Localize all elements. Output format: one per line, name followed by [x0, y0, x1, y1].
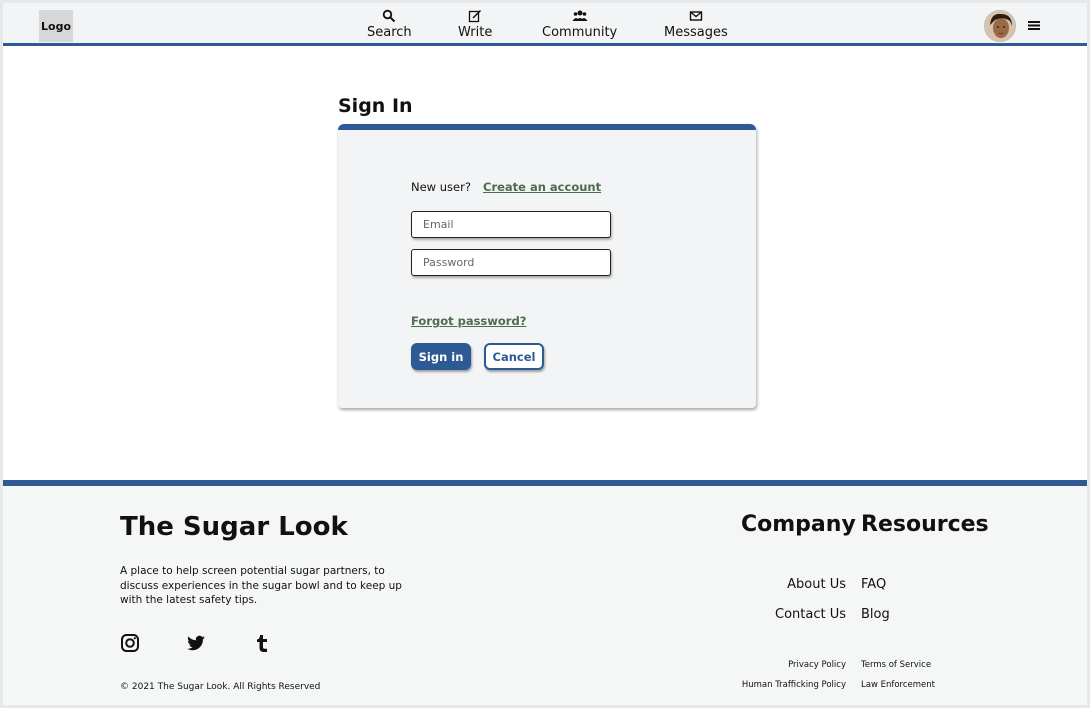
- logo[interactable]: Logo: [39, 10, 73, 42]
- nav-write[interactable]: Write: [458, 9, 492, 40]
- copyright-text: © 2021 The Sugar Look. All Rights Reserv…: [120, 682, 321, 692]
- footer-tagline: A place to help screen potential sugar p…: [120, 565, 402, 606]
- hamburger-menu-icon[interactable]: [1027, 18, 1041, 32]
- forgot-password-link[interactable]: Forgot password?: [411, 314, 526, 328]
- community-icon: [572, 10, 588, 21]
- company-heading: Company: [741, 512, 856, 537]
- top-navigation-bar: Logo Search Write Community Messages: [3, 3, 1087, 46]
- tumblr-icon[interactable]: [252, 633, 272, 653]
- mail-icon: [689, 11, 703, 21]
- nav-messages[interactable]: Messages: [664, 9, 728, 40]
- resources-heading: Resources: [861, 512, 989, 537]
- write-icon: [469, 9, 482, 23]
- nav-search[interactable]: Search: [367, 9, 412, 40]
- footer-brand: The Sugar Look: [120, 512, 348, 542]
- avatar-image: [985, 11, 1015, 41]
- nav-community[interactable]: Community: [542, 9, 617, 40]
- human-trafficking-policy-link[interactable]: Human Trafficking Policy: [742, 680, 846, 690]
- nav-write-label: Write: [458, 25, 493, 40]
- twitter-icon[interactable]: [186, 633, 206, 653]
- instagram-icon[interactable]: [120, 633, 140, 653]
- cancel-button[interactable]: Cancel: [484, 343, 544, 370]
- nav-search-label: Search: [367, 25, 412, 40]
- faq-link[interactable]: FAQ: [861, 577, 886, 592]
- sign-in-card: New user? Create an account Forgot passw…: [338, 124, 756, 408]
- user-avatar[interactable]: [984, 10, 1016, 42]
- sign-in-button[interactable]: Sign in: [411, 343, 471, 370]
- terms-of-service-link[interactable]: Terms of Service: [861, 660, 931, 670]
- blog-link[interactable]: Blog: [861, 607, 890, 622]
- about-us-link[interactable]: About Us: [787, 577, 846, 592]
- law-enforcement-link[interactable]: Law Enforcement: [861, 680, 935, 690]
- nav-messages-label: Messages: [664, 25, 728, 40]
- privacy-policy-link[interactable]: Privacy Policy: [788, 660, 846, 670]
- footer: The Sugar Look A place to help screen po…: [3, 480, 1087, 705]
- contact-us-link[interactable]: Contact Us: [775, 607, 846, 622]
- create-account-link[interactable]: Create an account: [483, 180, 601, 194]
- page: Logo Search Write Community Messages Sig…: [3, 3, 1087, 705]
- email-field[interactable]: [411, 211, 611, 238]
- password-field[interactable]: [411, 249, 611, 276]
- new-user-label: New user?: [411, 180, 471, 194]
- nav-community-label: Community: [542, 25, 618, 40]
- search-icon: [383, 9, 396, 23]
- page-title: Sign In: [338, 95, 413, 117]
